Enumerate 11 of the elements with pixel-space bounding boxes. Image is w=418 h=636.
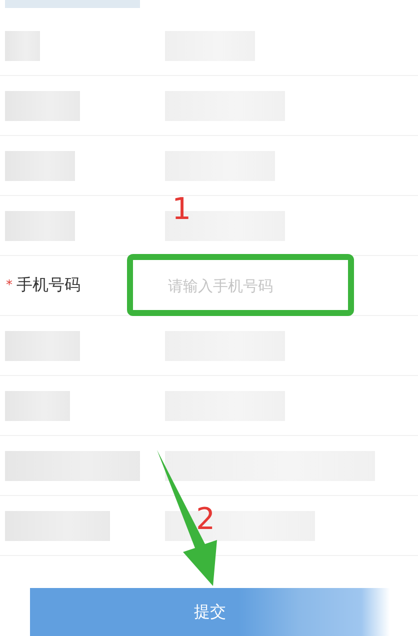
phone-input[interactable]: 请输入手机号码 — [166, 276, 340, 296]
redacted-block — [5, 30, 40, 60]
field-label: 手机号码 — [16, 275, 80, 296]
redacted-block — [5, 210, 75, 240]
required-mark: * — [6, 278, 12, 293]
redacted-block — [5, 150, 75, 180]
step-number: 2 — [196, 502, 216, 537]
step-number: 1 — [172, 192, 192, 227]
redacted-block — [5, 390, 70, 420]
arrow-icon — [157, 450, 217, 586]
submit-button[interactable]: 提交 — [30, 588, 390, 636]
